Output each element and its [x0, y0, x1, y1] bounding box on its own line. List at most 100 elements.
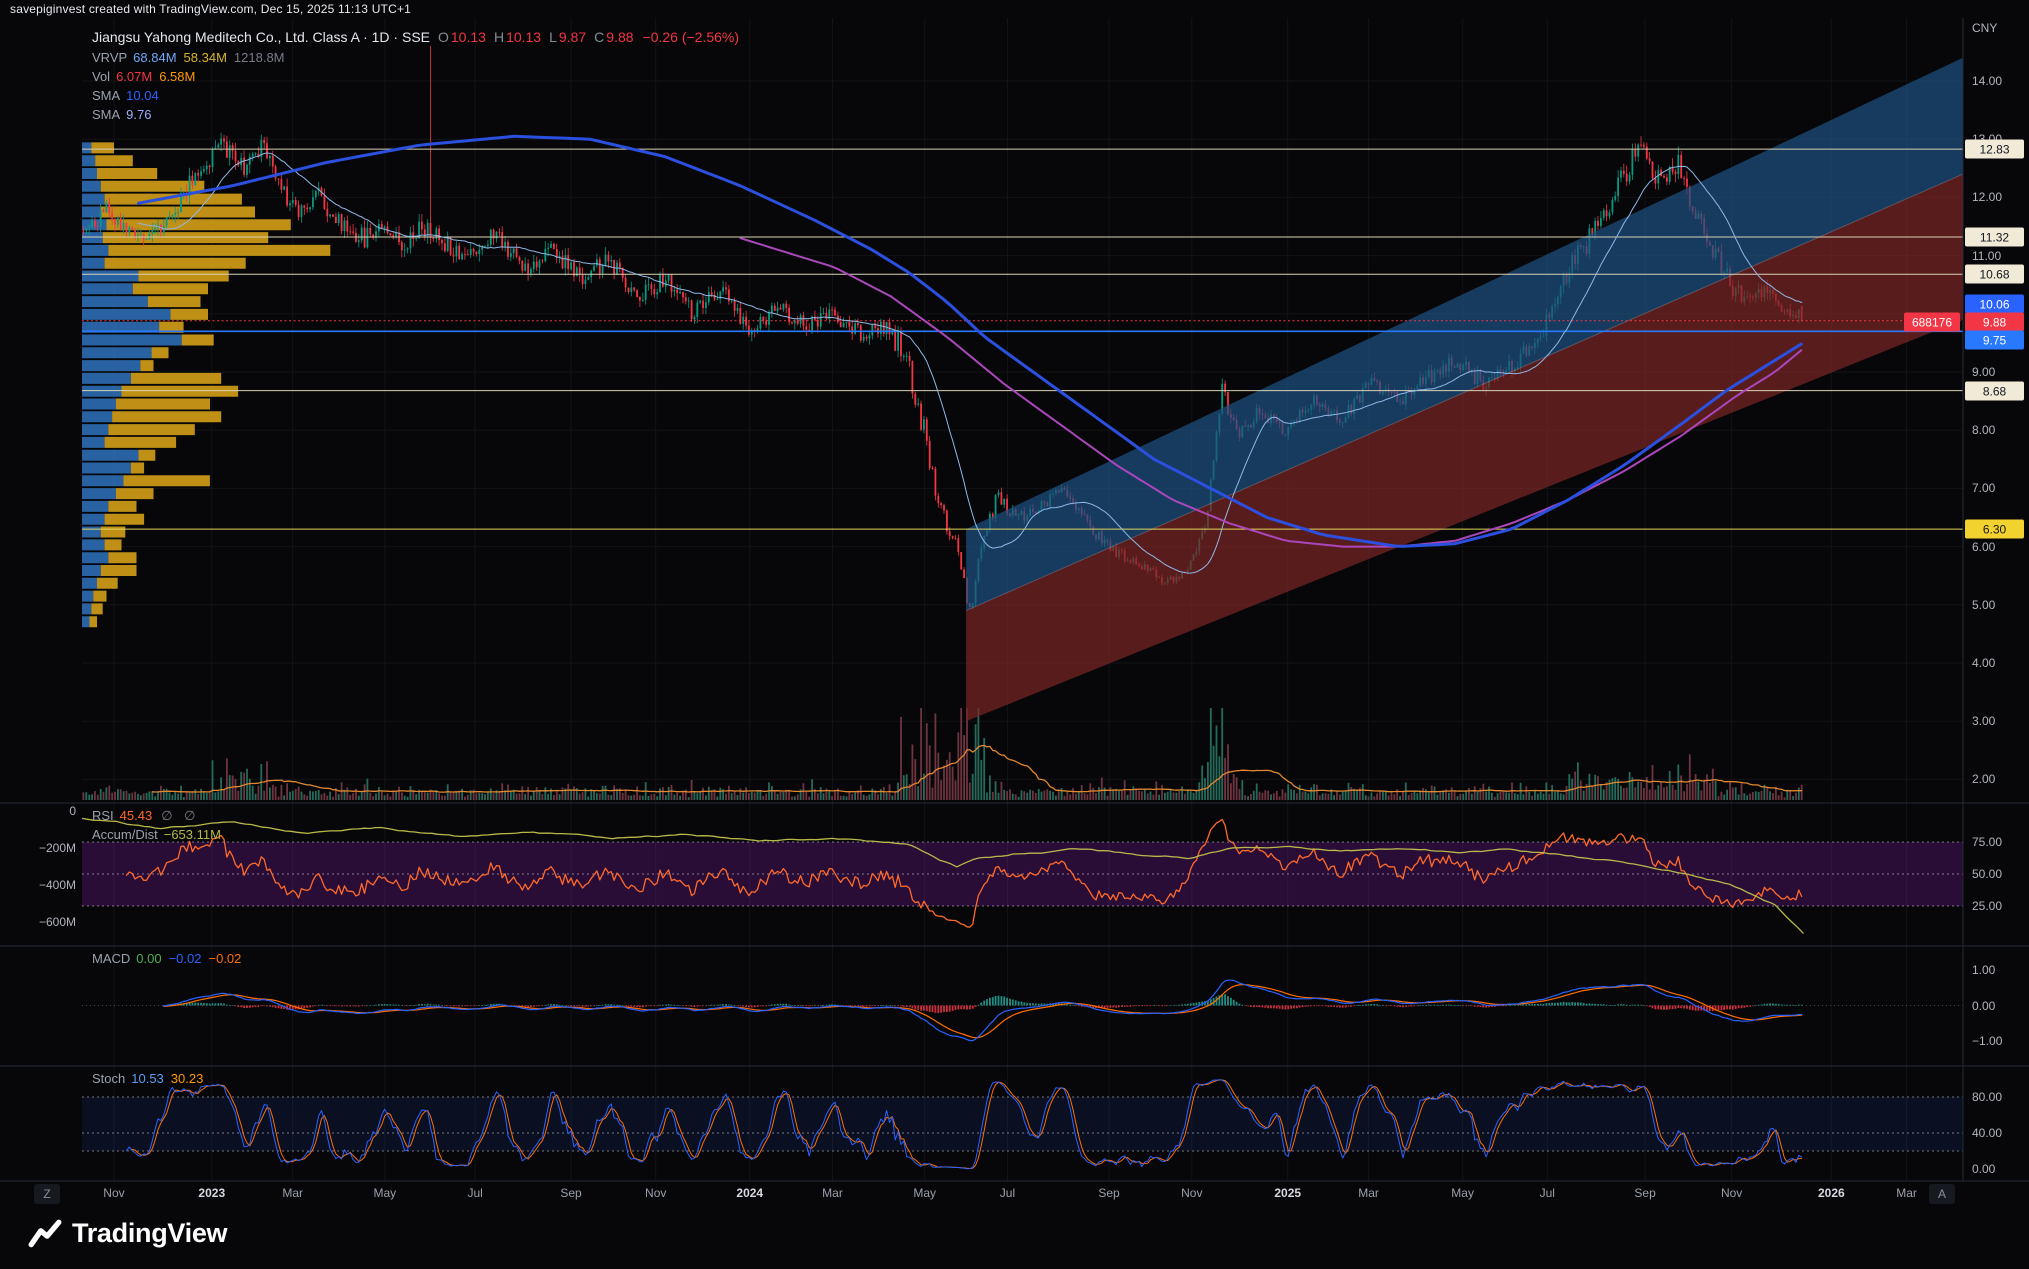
rsi-values: 45.43 — [120, 808, 160, 823]
time-label-month: May — [1451, 1186, 1474, 1200]
price-label-box: 12.83 — [1965, 140, 2024, 159]
stoch-values: 10.53 30.23 — [131, 1071, 210, 1086]
legend-value: 30.23 — [171, 1071, 204, 1086]
legend-row-sma2: SMA 9.76 — [92, 105, 739, 124]
tradingview-logo[interactable]: TradingView — [28, 1218, 227, 1249]
attribution-text: savepiginvest created with TradingView.c… — [10, 2, 411, 16]
ohlc-value: 10.13 — [451, 29, 486, 45]
main-legend: Jiangsu Yahong Meditech Co., Ltd. Class … — [92, 26, 739, 124]
stoch-tick: 0.00 — [1972, 1162, 1995, 1176]
rsi-label[interactable]: RSI — [92, 808, 114, 823]
time-label-month: Sep — [1634, 1186, 1655, 1200]
legend-label-sma1[interactable]: SMA — [92, 88, 120, 103]
accum-dist-values: −653.11M — [164, 827, 228, 842]
tradingview-logo-icon — [28, 1219, 62, 1249]
legend-value: 68.84M — [133, 50, 176, 65]
time-label-month: Sep — [560, 1186, 581, 1200]
ohlc-value: 9.87 — [559, 29, 586, 45]
legend-values-sma1: 10.04 — [126, 88, 166, 103]
ohlc-group: O10.13H10.13L9.87C9.88 — [430, 29, 634, 45]
ticker-price-label: 688176 — [1904, 313, 1960, 332]
legend-row-vol: Vol 6.07M6.58M — [92, 67, 739, 86]
macd-tick: 0.00 — [1972, 999, 1995, 1013]
ohlc-key: C — [594, 29, 604, 45]
macd-label[interactable]: MACD — [92, 951, 130, 966]
rsi-legend-row: RSI 45.43 ∅ ∅ — [92, 806, 228, 825]
price-tick: 6.00 — [1972, 540, 1995, 554]
tradingview-chart: savepiginvest created with TradingView.c… — [0, 0, 2029, 1269]
time-label-month: Nov — [1181, 1186, 1202, 1200]
stoch-pane-legend: Stoch 10.53 30.23 — [92, 1069, 210, 1088]
stoch-label[interactable]: Stoch — [92, 1071, 125, 1086]
price-tick: 12.00 — [1972, 190, 2002, 204]
time-label-month: Jul — [467, 1186, 482, 1200]
legend-value: 10.53 — [131, 1071, 164, 1086]
ohlc-key: L — [549, 29, 557, 45]
price-tick: 5.00 — [1972, 598, 1995, 612]
time-label-month: Mar — [822, 1186, 843, 1200]
accum-dist-label[interactable]: Accum/Dist — [92, 827, 158, 842]
ohlc-value: 9.88 — [606, 29, 633, 45]
stoch-legend-row: Stoch 10.53 30.23 — [92, 1069, 210, 1088]
price-tick: 9.00 — [1972, 365, 1995, 379]
time-label-month: Nov — [645, 1186, 666, 1200]
rsi-hidden-values: ∅ ∅ — [161, 808, 199, 824]
macd-tick: 1.00 — [1972, 963, 1995, 977]
price-tick: 7.00 — [1972, 481, 1995, 495]
autoscale-button[interactable]: A — [1929, 1184, 1955, 1204]
time-label-month: Sep — [1098, 1186, 1119, 1200]
legend-value: 9.76 — [126, 107, 151, 122]
legend-value: 58.34M — [184, 50, 227, 65]
currency-label: CNY — [1972, 21, 1997, 35]
time-label-year: 2023 — [198, 1186, 225, 1200]
price-label-box: 11.32 — [1965, 228, 2024, 247]
timezone-button[interactable]: Z — [34, 1184, 60, 1204]
symbol-title[interactable]: Jiangsu Yahong Meditech Co., Ltd. Class … — [92, 29, 430, 45]
rsi-tick: 25.00 — [1972, 899, 2002, 913]
accum-dist-tick: −400M — [4, 878, 76, 892]
price-tick: 11.00 — [1972, 249, 2001, 263]
time-label-year: 2024 — [736, 1186, 763, 1200]
rsi-pane-legend: RSI 45.43 ∅ ∅ Accum/Dist −653.11M — [92, 806, 228, 844]
price-label-box: 8.68 — [1965, 382, 2024, 401]
time-label-month: Mar — [282, 1186, 303, 1200]
macd-values: 0.00 −0.02 −0.02 — [136, 951, 248, 966]
accum-dist-tick: −600M — [4, 915, 76, 929]
legend-label-sma2[interactable]: SMA — [92, 107, 120, 122]
legend-row-vrvp: VRVP 68.84M58.34M1218.8M — [92, 48, 739, 67]
macd-legend-row: MACD 0.00 −0.02 −0.02 — [92, 949, 248, 968]
legend-value: 10.04 — [126, 88, 159, 103]
ohlc-key: O — [438, 29, 449, 45]
price-tick: 8.00 — [1972, 423, 1995, 437]
time-label-month: Jul — [1000, 1186, 1015, 1200]
price-tick: 4.00 — [1972, 656, 1995, 670]
rsi-tick: 75.00 — [1972, 835, 2002, 849]
price-label-box: 9.75 — [1965, 331, 2024, 350]
ohlc-key: H — [494, 29, 504, 45]
time-label-year: 2026 — [1818, 1186, 1845, 1200]
time-label-year: 2025 — [1274, 1186, 1301, 1200]
macd-pane-legend: MACD 0.00 −0.02 −0.02 — [92, 949, 248, 968]
legend-values-vrvp: 68.84M58.34M1218.8M — [133, 50, 291, 65]
legend-value: 0.00 — [136, 951, 161, 966]
accum-dist-legend-row: Accum/Dist −653.11M — [92, 825, 228, 844]
legend-value: −0.02 — [209, 951, 242, 966]
legend-values-vol: 6.07M6.58M — [116, 69, 202, 84]
accum-dist-tick: −200M — [4, 841, 76, 855]
legend-value: 6.07M — [116, 69, 152, 84]
legend-label-vrvp[interactable]: VRVP — [92, 50, 127, 65]
attribution-bar: savepiginvest created with TradingView.c… — [10, 2, 411, 16]
legend-row-sma1: SMA 10.04 — [92, 86, 739, 105]
time-label-month: Nov — [103, 1186, 124, 1200]
legend-value: −0.02 — [169, 951, 202, 966]
accum-dist-tick: 0 — [4, 804, 76, 818]
time-label-month: May — [913, 1186, 936, 1200]
price-label-box: 9.88 — [1965, 313, 2024, 332]
legend-value: 45.43 — [120, 808, 153, 823]
time-label-month: Jul — [1540, 1186, 1555, 1200]
legend-label-vol[interactable]: Vol — [92, 69, 110, 84]
price-label-box: 6.30 — [1965, 520, 2024, 539]
macd-tick: −1.00 — [1972, 1034, 2002, 1048]
rsi-tick: 50.00 — [1972, 867, 2002, 881]
time-label-month: Nov — [1721, 1186, 1742, 1200]
